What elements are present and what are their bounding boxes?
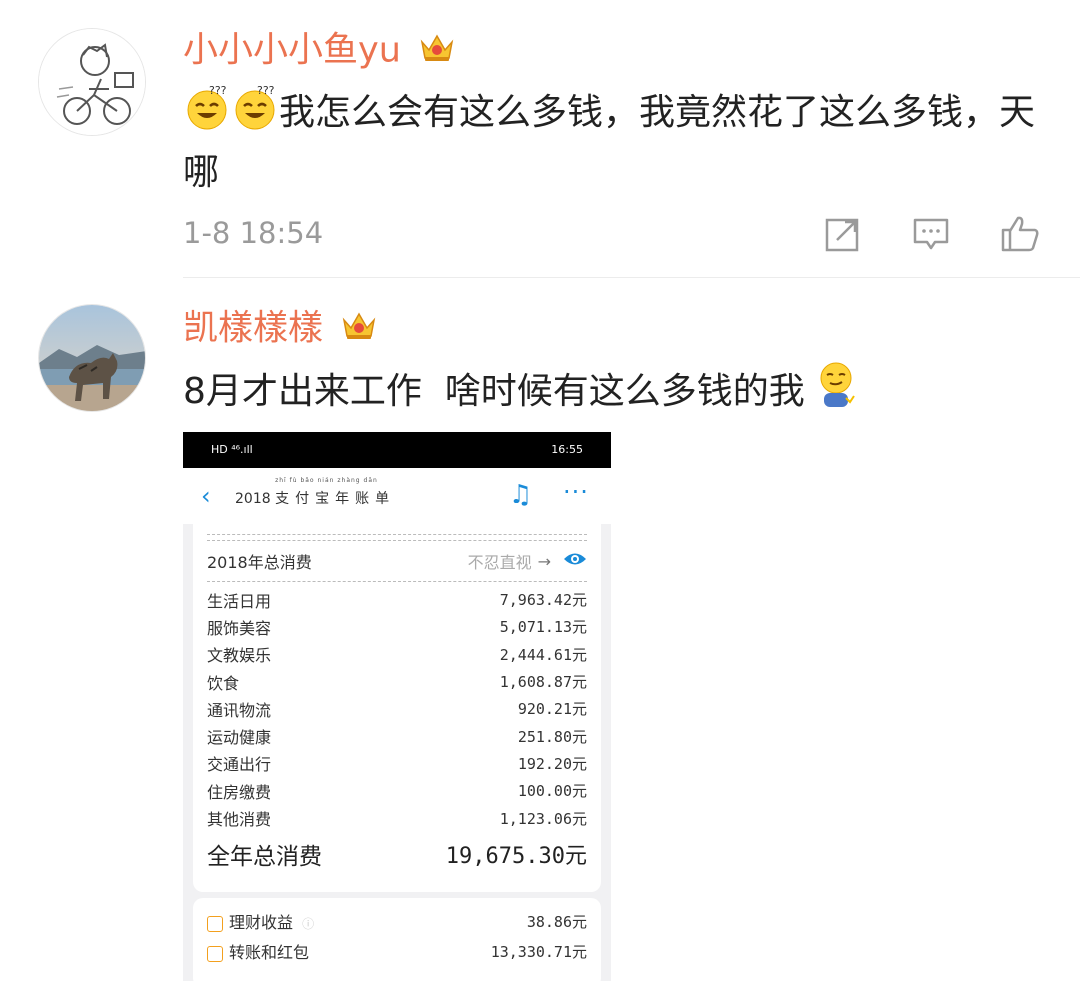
- category-value: 100.00元: [517, 782, 587, 801]
- status-bar: HD ⁴⁶.ıll 16:55: [183, 432, 611, 468]
- back-chevron-icon: ‹: [201, 482, 211, 510]
- like-icon[interactable]: [999, 212, 1039, 252]
- comment-text-body: 8月才出来工作 啥时候有这么多钱的我: [183, 371, 805, 412]
- category-label: 服饰美容: [207, 618, 272, 638]
- category-value: 920.21元: [517, 700, 587, 719]
- category-label: 生活日用: [207, 591, 272, 611]
- eye-icon: [563, 551, 587, 571]
- category-row: 生活日用 7,963.42元: [207, 586, 587, 613]
- dashed-divider: [207, 534, 587, 535]
- info-icon: ⓘ: [302, 917, 315, 931]
- summary-header: 2018年总消费 不忍直视 →: [207, 541, 587, 581]
- summary-hint: 不忍直视: [467, 553, 532, 572]
- category-label: 通讯物流: [207, 700, 272, 720]
- category-label: 交通出行: [207, 755, 272, 775]
- category-value: 5,071.13元: [499, 618, 587, 637]
- income-value: 38.86元: [526, 912, 587, 931]
- squint-grin-emoji-icon: ???: [183, 82, 231, 146]
- income-row: 转账和红包 13,330.71元: [207, 936, 587, 966]
- category-value: 192.20元: [517, 754, 587, 773]
- vip-crown-icon: [418, 30, 456, 73]
- total-label: 全年总消费: [207, 843, 322, 870]
- title-text: 支付宝年账单: [275, 491, 396, 507]
- awkward-smile-emoji-icon: [816, 360, 856, 426]
- avatar-sketch-cyclist-icon: [39, 29, 145, 135]
- more-dots-icon: ···: [563, 478, 589, 506]
- spending-card: 2018年总消费 不忍直视 → 生活日用 7,963.42元服饰美容 5,071.1…: [193, 524, 601, 892]
- avatar-cat-seaside-icon: [39, 305, 145, 411]
- comment-item: 凯樣樣樣 8月才出来工作 啥时候有这么多钱的我 HD ⁴⁶.ıll 16:55: [0, 278, 1080, 981]
- comment-item: 小小小小鱼yu ??? ??? 我怎么会有这么多钱，我竟然花了这么多钱，天哪 1…: [0, 0, 1080, 278]
- category-row: 通讯物流 920.21元: [207, 695, 587, 722]
- category-value: 251.80元: [517, 727, 587, 746]
- category-label: 运动健康: [207, 728, 272, 748]
- username-text[interactable]: 凯樣樣樣: [183, 309, 323, 349]
- title-year: 2018: [235, 491, 271, 507]
- category-value: 2,444.61元: [499, 645, 587, 664]
- income-label: 理财收益: [229, 913, 294, 932]
- income-card: 理财收益 ⓘ 38.86元 转账和红包 13,330.71元: [193, 898, 601, 981]
- category-label: 其他消费: [207, 810, 272, 830]
- music-note-icon: ♫: [509, 480, 533, 510]
- category-row: 交通出行 192.20元: [207, 750, 587, 777]
- total-row: 全年总消费 19,675.30元: [207, 832, 587, 876]
- arrow-right-icon: →: [537, 551, 551, 571]
- squint-grin-emoji-icon: ???: [231, 82, 279, 146]
- income-value: 13,330.71元: [490, 942, 587, 961]
- screenshot-nav-bar: ‹ 2018 zhī fù bǎo nián zhàng dān 支付宝年账单 …: [183, 468, 611, 524]
- category-row: 运动健康 251.80元: [207, 722, 587, 749]
- income-label: 转账和红包: [229, 943, 310, 962]
- income-row: 理财收益 ⓘ 38.86元: [207, 906, 587, 936]
- status-left: HD ⁴⁶.ıll: [211, 443, 253, 456]
- screenshot-title: 2018 zhī fù bǎo nián zhàng dān 支付宝年账单: [235, 477, 396, 508]
- category-value: 1,123.06元: [499, 809, 587, 828]
- summary-label: 2018年总消费: [207, 553, 312, 572]
- status-time: 16:55: [551, 443, 583, 456]
- category-list: 生活日用 7,963.42元服饰美容 5,071.13元文教娱乐 2,444.61元饮…: [207, 586, 587, 832]
- category-row: 住房缴费 100.00元: [207, 777, 587, 804]
- title-pinyin: zhī fù bǎo nián zhàng dān: [275, 477, 378, 484]
- category-row: 其他消费 1,123.06元: [207, 804, 587, 831]
- comment-text-body: 我怎么会有这么多钱，我竟然花了这么多钱，天哪: [183, 92, 1036, 193]
- username-text[interactable]: 小小小小鱼yu: [183, 31, 401, 71]
- category-value: 1,608.87元: [499, 673, 587, 692]
- timestamp: 1-8 18:54: [183, 216, 324, 250]
- alipay-bill-screenshot[interactable]: HD ⁴⁶.ıll 16:55 ‹ 2018 zhī fù bǎo nián z…: [183, 432, 611, 981]
- transfer-icon: [207, 945, 223, 962]
- repost-icon[interactable]: [823, 214, 863, 254]
- finance-icon: [207, 915, 223, 932]
- category-row: 饮食 1,608.87元: [207, 668, 587, 695]
- comment-text: ??? ??? 我怎么会有这么多钱，我竟然花了这么多钱，天哪: [183, 82, 1043, 200]
- svg-text:???: ???: [209, 84, 227, 97]
- comment-icon[interactable]: [911, 214, 951, 254]
- category-label: 饮食: [207, 673, 240, 693]
- avatar[interactable]: [38, 28, 146, 136]
- category-label: 文教娱乐: [207, 646, 272, 666]
- category-value: 7,963.42元: [499, 591, 587, 610]
- username[interactable]: 凯樣樣樣: [183, 308, 378, 351]
- total-value: 19,675.30元: [445, 843, 587, 869]
- avatar[interactable]: [38, 304, 146, 412]
- category-row: 文教娱乐 2,444.61元: [207, 641, 587, 668]
- svg-text:???: ???: [257, 84, 275, 97]
- username[interactable]: 小小小小鱼yu: [183, 30, 456, 73]
- comment-text: 8月才出来工作 啥时候有这么多钱的我: [183, 360, 1043, 426]
- category-label: 住房缴费: [207, 782, 272, 802]
- category-row: 服饰美容 5,071.13元: [207, 613, 587, 640]
- vip-crown-icon: [340, 308, 378, 351]
- dashed-divider: [207, 581, 587, 582]
